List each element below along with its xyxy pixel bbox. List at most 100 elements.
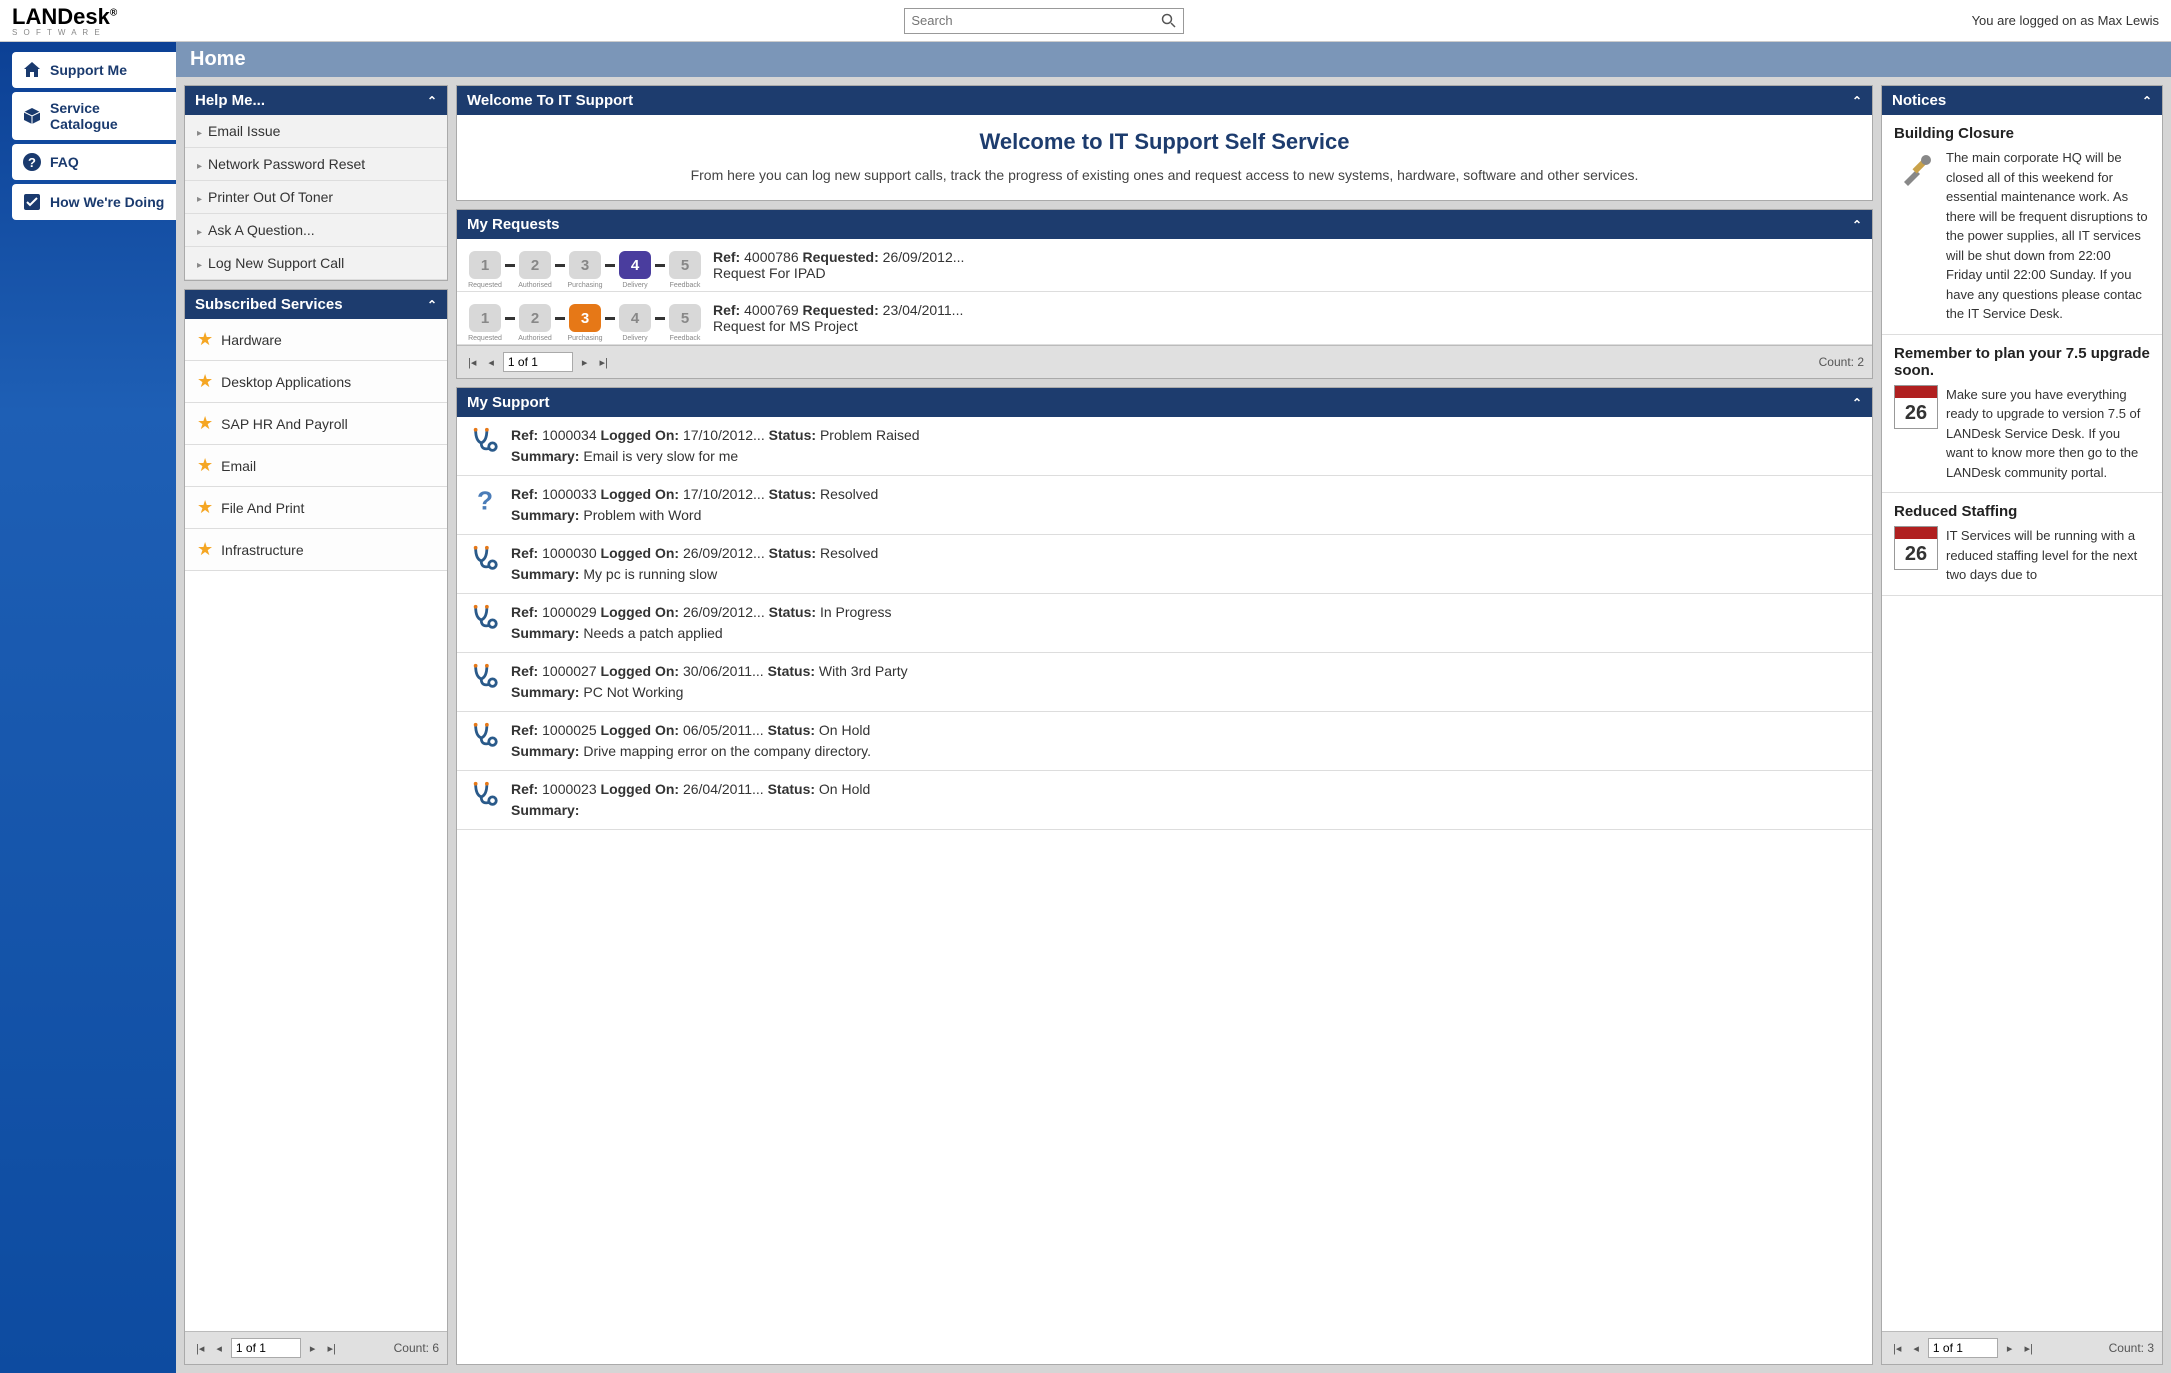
request-item[interactable]: 1Requested2Authorised3Purchasing4Deliver… bbox=[457, 239, 1872, 292]
request-info: Ref: 4000786 Requested: 26/09/2012...Req… bbox=[713, 249, 1860, 281]
tools-icon bbox=[1894, 148, 1938, 192]
pager-input[interactable] bbox=[1928, 1338, 1998, 1358]
service-item[interactable]: ★Infrastructure bbox=[185, 529, 447, 571]
step-3: 3Purchasing bbox=[569, 304, 601, 332]
panel-my-support: My Support ⌃ Ref: 1000034 Logged On: 17/… bbox=[456, 387, 1873, 1365]
service-label: Hardware bbox=[221, 332, 282, 348]
notice-text: IT Services will be running with a reduc… bbox=[1946, 526, 2150, 585]
support-item[interactable]: Ref: 1000027 Logged On: 30/06/2011... St… bbox=[457, 653, 1872, 712]
support-info: Ref: 1000025 Logged On: 06/05/2011... St… bbox=[511, 720, 1860, 762]
support-item[interactable]: ?Ref: 1000033 Logged On: 17/10/2012... S… bbox=[457, 476, 1872, 535]
collapse-icon[interactable]: ⌃ bbox=[427, 94, 437, 108]
notice-text: The main corporate HQ will be closed all… bbox=[1946, 148, 2150, 324]
pager-next[interactable]: ▸ bbox=[579, 356, 591, 369]
search-input-wrap[interactable] bbox=[904, 8, 1184, 34]
pager-first[interactable]: |◂ bbox=[465, 356, 479, 369]
stethoscope-icon bbox=[469, 543, 501, 575]
step-5: 5Feedback bbox=[669, 251, 701, 279]
step-2: 2Authorised bbox=[519, 251, 551, 279]
pager-input[interactable] bbox=[503, 352, 573, 372]
panel-header-subscribed[interactable]: Subscribed Services ⌃ bbox=[185, 290, 447, 319]
pager-subscribed: |◂ ◂ ▸ ▸| Count: 6 bbox=[185, 1331, 447, 1364]
pager-first[interactable]: |◂ bbox=[1890, 1342, 1904, 1355]
service-label: SAP HR And Payroll bbox=[221, 416, 348, 432]
help-item[interactable]: Log New Support Call bbox=[185, 247, 447, 280]
nav-how-doing[interactable]: How We're Doing bbox=[12, 184, 176, 220]
service-item[interactable]: ★File And Print bbox=[185, 487, 447, 529]
logo: LANDesk® S O F T W A R E bbox=[12, 4, 117, 37]
notice-item[interactable]: Reduced Staffing 26IT Services will be ru… bbox=[1882, 493, 2162, 596]
panel-header-support[interactable]: My Support ⌃ bbox=[457, 388, 1872, 417]
pager-first[interactable]: |◂ bbox=[193, 1342, 207, 1355]
support-item[interactable]: Ref: 1000025 Logged On: 06/05/2011... St… bbox=[457, 712, 1872, 771]
notice-text: Make sure you have everything ready to u… bbox=[1946, 385, 2150, 483]
support-item[interactable]: Ref: 1000030 Logged On: 26/09/2012... St… bbox=[457, 535, 1872, 594]
step-2: 2Authorised bbox=[519, 304, 551, 332]
support-item[interactable]: Ref: 1000034 Logged On: 17/10/2012... St… bbox=[457, 417, 1872, 476]
notice-item[interactable]: Remember to plan your 7.5 upgrade soon.2… bbox=[1882, 335, 2162, 494]
pager-prev[interactable]: ◂ bbox=[213, 1342, 225, 1355]
help-item[interactable]: Printer Out Of Toner bbox=[185, 181, 447, 214]
pager-next[interactable]: ▸ bbox=[2004, 1342, 2016, 1355]
service-item[interactable]: ★Email bbox=[185, 445, 447, 487]
panel-welcome: Welcome To IT Support ⌃ Welcome to IT Su… bbox=[456, 85, 1873, 201]
request-item[interactable]: 1Requested2Authorised3Purchasing4Deliver… bbox=[457, 292, 1872, 345]
nav-label: How We're Doing bbox=[50, 194, 164, 210]
stethoscope-icon bbox=[469, 425, 501, 457]
notice-title: Reduced Staffing bbox=[1894, 503, 2150, 520]
help-item[interactable]: Email Issue bbox=[185, 115, 447, 148]
nav-support-me[interactable]: Support Me bbox=[12, 52, 176, 88]
nav-service-catalogue[interactable]: Service Catalogue bbox=[12, 92, 176, 140]
service-item[interactable]: ★SAP HR And Payroll bbox=[185, 403, 447, 445]
pager-count: Count: 3 bbox=[2109, 1341, 2154, 1355]
step-track: 1Requested2Authorised3Purchasing4Deliver… bbox=[469, 251, 701, 279]
step-track: 1Requested2Authorised3Purchasing4Deliver… bbox=[469, 304, 701, 332]
panel-header-notices[interactable]: Notices ⌃ bbox=[1882, 86, 2162, 115]
pager-last[interactable]: ▸| bbox=[2021, 1342, 2035, 1355]
panel-my-requests: My Requests ⌃ 1Requested2Authorised3Purc… bbox=[456, 209, 1873, 379]
star-icon: ★ bbox=[197, 497, 213, 518]
star-icon: ★ bbox=[197, 455, 213, 476]
support-item[interactable]: Ref: 1000023 Logged On: 26/04/2011... St… bbox=[457, 771, 1872, 830]
collapse-icon[interactable]: ⌃ bbox=[2142, 94, 2152, 108]
pager-next[interactable]: ▸ bbox=[307, 1342, 319, 1355]
nav-faq[interactable]: ? FAQ bbox=[12, 144, 176, 180]
welcome-heading: Welcome to IT Support Self Service bbox=[477, 129, 1852, 155]
collapse-icon[interactable]: ⌃ bbox=[427, 298, 437, 312]
support-info: Ref: 1000030 Logged On: 26/09/2012... St… bbox=[511, 543, 1860, 585]
collapse-icon[interactable]: ⌃ bbox=[1852, 94, 1862, 108]
nav-label: FAQ bbox=[50, 154, 79, 170]
check-icon bbox=[22, 192, 42, 212]
page-title: Home bbox=[176, 42, 2171, 77]
pager-input[interactable] bbox=[231, 1338, 301, 1358]
panel-header-help-me[interactable]: Help Me... ⌃ bbox=[185, 86, 447, 115]
calendar-icon: 26 bbox=[1894, 526, 1938, 570]
top-bar: LANDesk® S O F T W A R E You are logged … bbox=[0, 0, 2171, 42]
pager-last[interactable]: ▸| bbox=[596, 356, 610, 369]
search-icon[interactable] bbox=[1161, 13, 1177, 29]
service-item[interactable]: ★Hardware bbox=[185, 319, 447, 361]
service-item[interactable]: ★Desktop Applications bbox=[185, 361, 447, 403]
collapse-icon[interactable]: ⌃ bbox=[1852, 396, 1862, 410]
support-item[interactable]: Ref: 1000029 Logged On: 26/09/2012... St… bbox=[457, 594, 1872, 653]
help-item[interactable]: Network Password Reset bbox=[185, 148, 447, 181]
stethoscope-icon bbox=[469, 720, 501, 752]
panel-header-welcome[interactable]: Welcome To IT Support ⌃ bbox=[457, 86, 1872, 115]
search-input[interactable] bbox=[911, 13, 1161, 28]
svg-text:?: ? bbox=[477, 485, 493, 515]
service-label: Infrastructure bbox=[221, 542, 303, 558]
notice-title: Remember to plan your 7.5 upgrade soon. bbox=[1894, 345, 2150, 379]
help-item[interactable]: Ask A Question... bbox=[185, 214, 447, 247]
notice-item[interactable]: Building ClosureThe main corporate HQ wi… bbox=[1882, 115, 2162, 335]
collapse-icon[interactable]: ⌃ bbox=[1852, 218, 1862, 232]
box-icon bbox=[22, 106, 42, 126]
service-label: Desktop Applications bbox=[221, 374, 351, 390]
nav-label: Service Catalogue bbox=[50, 100, 166, 132]
panel-header-requests[interactable]: My Requests ⌃ bbox=[457, 210, 1872, 239]
panel-subscribed: Subscribed Services ⌃ ★Hardware★Desktop … bbox=[184, 289, 448, 1365]
step-3: 3Purchasing bbox=[569, 251, 601, 279]
pager-prev[interactable]: ◂ bbox=[1910, 1342, 1922, 1355]
pager-prev[interactable]: ◂ bbox=[485, 356, 497, 369]
pager-last[interactable]: ▸| bbox=[324, 1342, 338, 1355]
nav-label: Support Me bbox=[50, 62, 127, 78]
